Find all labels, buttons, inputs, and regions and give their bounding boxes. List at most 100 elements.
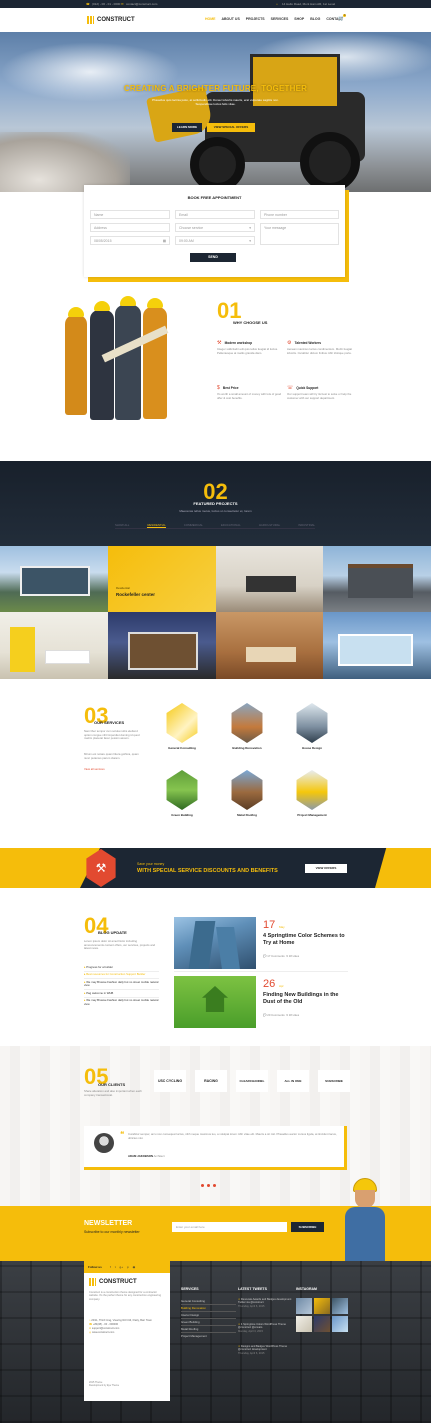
learn-more-button[interactable]: LEARN MORE bbox=[172, 123, 202, 132]
blog-list-item[interactable]: ▸ Pag welcome in WHB bbox=[84, 990, 159, 998]
time-select[interactable]: 09:00 AM ▾ bbox=[175, 236, 255, 245]
logo-text: CONSTRUCT bbox=[97, 17, 135, 23]
client-logo[interactable]: CLEARCHANNEL bbox=[236, 1070, 268, 1092]
blog-list-item[interactable]: ▸ We may Browse Fashion daily but no str… bbox=[84, 979, 159, 991]
footer-contact: ⌂ 20/11, Third Crag, Viewing Rd N13, Fla… bbox=[89, 1319, 167, 1335]
project-tile[interactable] bbox=[323, 546, 431, 612]
google-plus-icon[interactable]: g+ bbox=[120, 1265, 123, 1269]
service-label: Project Management bbox=[297, 813, 327, 817]
logo-icon bbox=[87, 16, 94, 24]
tweet-text: Designs and Badges WordPress Theme @cons… bbox=[238, 1345, 288, 1352]
blog-post[interactable]: 17 May 4 Springtime Color Schemes to Try… bbox=[174, 917, 348, 972]
nav-projects[interactable]: PROJECTS bbox=[246, 17, 265, 21]
date-input[interactable]: 08/05/2015 ▦ bbox=[90, 236, 170, 245]
filter-commercial[interactable]: COMMERCIAL bbox=[184, 523, 203, 528]
blog-post[interactable]: 26 Apr Finding New Buildings in the Dust… bbox=[174, 976, 348, 1031]
why-title: WHY CHOOSE US bbox=[233, 320, 268, 325]
service-select[interactable]: Choose service ▾ bbox=[175, 223, 255, 232]
rss-icon[interactable]: ◉ bbox=[133, 1265, 136, 1269]
why-item: ☏ Quick Support Our support team will tr… bbox=[287, 385, 352, 400]
instagram-photo[interactable] bbox=[296, 1298, 312, 1314]
footer-service-link[interactable]: Metal Roofing bbox=[181, 1326, 236, 1333]
nav-about[interactable]: ABOUT US bbox=[222, 17, 240, 21]
post-likes: 18 Likes bbox=[288, 1013, 300, 1017]
nav-blog[interactable]: BLOG bbox=[310, 17, 320, 21]
blog-section: 04 BLOG UPDATE Lorem ipsum dolor sit ame… bbox=[0, 890, 431, 1040]
filter-all[interactable]: SHOW ALL bbox=[115, 523, 129, 528]
service-item[interactable]: General Consulting bbox=[160, 703, 204, 750]
nav-home[interactable]: HOME bbox=[205, 17, 216, 21]
project-tile[interactable] bbox=[0, 546, 108, 612]
project-tile-featured[interactable]: Residential Rockefeller center bbox=[108, 546, 216, 612]
twitter-icon[interactable]: t bbox=[115, 1265, 116, 1269]
service-item[interactable]: Green Building bbox=[160, 770, 204, 817]
carousel-dot[interactable] bbox=[207, 1184, 210, 1187]
name-input[interactable]: Name bbox=[90, 210, 170, 219]
pinterest-icon[interactable]: p bbox=[127, 1265, 129, 1269]
project-tile[interactable] bbox=[108, 612, 216, 679]
instagram-photo[interactable] bbox=[332, 1316, 348, 1332]
client-logo[interactable]: SUBSCRIBE bbox=[318, 1070, 350, 1092]
instagram-photo[interactable] bbox=[296, 1316, 312, 1332]
instagram-photo[interactable] bbox=[332, 1298, 348, 1314]
logo[interactable]: CONSTRUCT bbox=[87, 15, 135, 25]
why-item-text: Integer sollicitudin elit quis tellus fe… bbox=[217, 347, 278, 355]
project-tile[interactable] bbox=[323, 612, 431, 679]
contact-website[interactable]: ◎ www.construct.com bbox=[89, 1331, 167, 1335]
main-nav: HOME ABOUT US PROJECTS SERVICES SHOP BLO… bbox=[205, 17, 343, 21]
filter-agricultural[interactable]: AGRICULTURAL bbox=[259, 523, 280, 528]
filter-residential[interactable]: RESIDENTIAL bbox=[147, 523, 166, 528]
footer-logo[interactable]: CONSTRUCT bbox=[89, 1278, 137, 1286]
instagram-photo[interactable] bbox=[314, 1316, 330, 1332]
why-section: 01 WHY CHOOSE US ⚒ Modern workshop Integ… bbox=[0, 290, 431, 460]
filter-industrial[interactable]: INDUSTRIAL bbox=[298, 523, 315, 528]
project-tile[interactable] bbox=[216, 612, 323, 679]
message-textarea[interactable]: Your message bbox=[260, 223, 339, 245]
post-title[interactable]: 4 Springtime Color Schemes to Try at Hom… bbox=[263, 933, 348, 946]
blog-list-item[interactable]: ▸ We may Browse Fashion daily but no str… bbox=[84, 998, 159, 1008]
subscribe-button[interactable]: SUBSCRIBE bbox=[291, 1222, 324, 1232]
view-all-services-link[interactable]: View all services bbox=[84, 767, 105, 771]
filter-educational[interactable]: EDUCATIONAL bbox=[221, 523, 241, 528]
nav-services[interactable]: SERVICES bbox=[271, 17, 289, 21]
nav-shop[interactable]: SHOP bbox=[294, 17, 304, 21]
facebook-icon[interactable]: f bbox=[110, 1265, 111, 1269]
service-item[interactable]: Metal Roofing bbox=[225, 770, 269, 817]
footer-service-link[interactable]: General Consulting bbox=[181, 1298, 236, 1305]
carousel-dot[interactable] bbox=[213, 1184, 216, 1187]
special-offers-button[interactable]: VIEW SPECIAL OFFERS bbox=[207, 123, 255, 132]
worker-figure bbox=[65, 315, 87, 415]
instagram-photo[interactable] bbox=[314, 1298, 330, 1314]
blog-list-item[interactable]: ▸ Progress for a builder bbox=[84, 964, 159, 972]
service-item[interactable]: Project Management bbox=[290, 770, 334, 817]
service-item[interactable]: Building Renovation bbox=[225, 703, 269, 750]
contact-website-text: www.construct.com bbox=[91, 1331, 115, 1334]
footer-service-link[interactable]: Project Management bbox=[181, 1333, 236, 1339]
services-text: Mirum est notare quam littera gothica, q… bbox=[84, 752, 139, 760]
carousel-dot[interactable] bbox=[201, 1184, 204, 1187]
topbar-email[interactable]: contact@construct.com bbox=[126, 0, 157, 8]
view-offers-button[interactable]: VIEW OFFERS bbox=[305, 864, 347, 873]
service-item[interactable]: House Design bbox=[290, 703, 334, 750]
testimonial-role: Architect bbox=[153, 1154, 165, 1158]
send-button[interactable]: SEND bbox=[190, 253, 236, 262]
client-logo[interactable]: RACING bbox=[195, 1070, 227, 1092]
client-logo[interactable]: ALL IN ONE bbox=[277, 1070, 309, 1092]
client-logo[interactable]: USC CYCLING bbox=[154, 1070, 186, 1092]
email-input[interactable]: Email bbox=[175, 210, 255, 219]
address-input[interactable]: Address bbox=[90, 223, 170, 232]
newsletter-subtitle: Subscribe to our monthly newsletter bbox=[84, 1230, 140, 1234]
project-tile[interactable] bbox=[216, 546, 323, 612]
footer-service-link[interactable]: Green Building bbox=[181, 1319, 236, 1326]
project-tile[interactable] bbox=[0, 612, 108, 679]
projects-header: 02 FEATURED PROJECTS Maecenas tellus met… bbox=[0, 461, 431, 546]
comment-icon: 💬 bbox=[263, 1013, 267, 1017]
blog-list-item[interactable]: ▸ Best resources for Construction Suppor… bbox=[84, 972, 159, 980]
footer-service-link[interactable]: Interior Design bbox=[181, 1312, 236, 1319]
post-title[interactable]: Finding New Buildings in the Dust of the… bbox=[263, 992, 348, 1005]
newsletter-email-input[interactable]: Enter your email here bbox=[172, 1222, 287, 1232]
renovation-icon bbox=[231, 703, 263, 743]
phone-input[interactable]: Phone number bbox=[260, 210, 339, 219]
footer-service-link[interactable]: Building Renovation bbox=[181, 1305, 236, 1312]
why-item-title: Talented Workers bbox=[294, 341, 322, 345]
